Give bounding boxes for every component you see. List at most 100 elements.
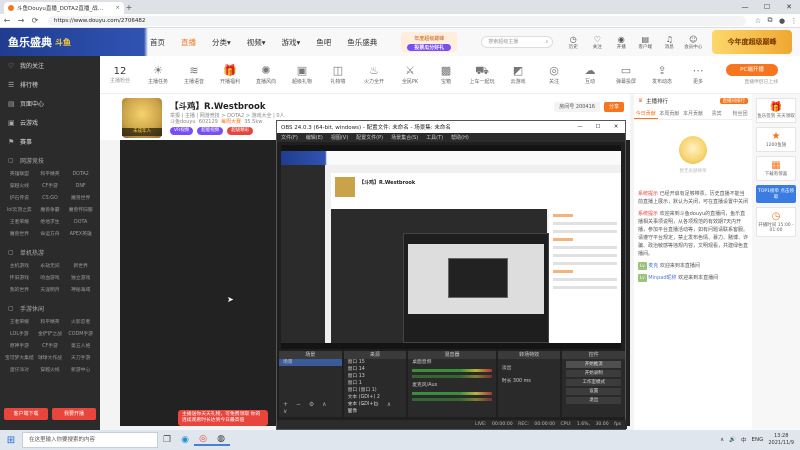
- sidebar-category-link[interactable]: 金铲铲之战: [35, 329, 66, 341]
- chat-tab[interactable]: 本月贡献: [681, 108, 705, 119]
- sidebar-category-link[interactable]: DNF: [65, 181, 96, 193]
- tool-fan-button[interactable]: ✺ 直播风向: [248, 64, 284, 85]
- source-item[interactable]: 窗口 1: [344, 380, 407, 387]
- sidebar-category-link[interactable]: 永劫无间: [35, 261, 66, 273]
- taskbar-search-input[interactable]: 在这里输入你要搜索的内容: [22, 432, 158, 448]
- source-item[interactable]: 窗口 14: [344, 366, 407, 373]
- source-item[interactable]: 窗口 13: [344, 373, 407, 380]
- download-card[interactable]: ▦ 下载有惊喜: [756, 156, 796, 181]
- sidebar-category-link[interactable]: LOL手游: [4, 329, 35, 341]
- sidebar-category-link[interactable]: 火影忍者: [65, 317, 96, 329]
- tool-gift-button[interactable]: 🎁 开播福利: [212, 64, 248, 85]
- sidebar-category-link[interactable]: CF手游: [35, 181, 66, 193]
- nav-item[interactable]: 视频▾: [247, 37, 266, 48]
- sidebar-category-link[interactable]: 和平精英: [35, 317, 66, 329]
- obs-menu-item[interactable]: 帮助(H): [451, 134, 469, 141]
- room-tag[interactable]: 超能视频: [197, 127, 224, 135]
- sidebar-category-link[interactable]: CS:GO: [35, 193, 66, 205]
- source-item[interactable]: 窗口 (窗口 1): [344, 387, 407, 394]
- tool-share-button[interactable]: ⇪ 发布动态: [644, 64, 680, 85]
- obs-minimize-button[interactable]: —: [571, 124, 589, 130]
- sidebar-category-link[interactable]: 新世界: [65, 261, 96, 273]
- windows-start-icon[interactable]: ⊞: [0, 435, 22, 446]
- site-logo[interactable]: 鱼乐盛典 斗鱼: [0, 28, 100, 56]
- top1-card[interactable]: TOP1榜单 点击领取: [756, 185, 796, 203]
- room-tag[interactable]: 超级精彩: [227, 127, 254, 135]
- tool-bag-button[interactable]: ◫ 礼物墙: [320, 64, 356, 85]
- header-store-button[interactable]: ▤ 客户端: [633, 35, 657, 50]
- nav-item[interactable]: 首页: [150, 37, 165, 48]
- tray-overflow-icon[interactable]: ∧: [720, 437, 724, 443]
- header-broadcast-button[interactable]: ◉ 开播: [609, 35, 633, 50]
- obs-control-button[interactable]: 退出: [566, 397, 621, 404]
- sidebar-category-link[interactable]: 球球大作战: [35, 353, 66, 365]
- search-input[interactable]: 搜索超级主播 ⌕: [481, 36, 554, 48]
- signin-card[interactable]: 🎁 鱼乐签到 天天领取: [756, 98, 796, 123]
- tab-close-icon[interactable]: ×: [115, 5, 120, 11]
- taskbar-clock[interactable]: 13:28 2021/11/9: [768, 433, 794, 447]
- menu-icon[interactable]: ⋮: [788, 17, 800, 25]
- browser-tab[interactable]: 斗鱼Douyu直播_DOTA2直播_战… ×: [4, 2, 124, 14]
- obs-close-button[interactable]: ✕: [607, 124, 625, 130]
- follow-counter[interactable]: 12 主播粉丝: [100, 66, 140, 84]
- tool-pk-button[interactable]: ⚔ 全民PK: [392, 64, 428, 85]
- transition-duration[interactable]: 时长 300 ms: [498, 378, 561, 385]
- nav-item[interactable]: 直播: [181, 37, 196, 48]
- sidebar-section-title[interactable]: ▢ 手游休闲: [0, 299, 100, 315]
- obs-preview[interactable]: 【斗鸡】R.Westbrook: [281, 145, 621, 349]
- profile-icon[interactable]: ●: [776, 17, 788, 25]
- maximize-button[interactable]: ☐: [756, 0, 778, 14]
- sidebar-category-link[interactable]: 喷血游戏: [35, 273, 66, 285]
- chat-tab[interactable]: 贵宾: [705, 108, 729, 119]
- nav-item[interactable]: 鱼乐盛典: [347, 37, 377, 48]
- sidebar-category-link[interactable]: 魔兽世界: [65, 193, 96, 205]
- obs-menu-item[interactable]: 视图(V): [331, 134, 348, 141]
- sidebar-category-link[interactable]: 天刀手游: [65, 353, 96, 365]
- scene-item[interactable]: 场景: [279, 359, 342, 366]
- sidebar-category-link[interactable]: 主机游戏: [4, 261, 35, 273]
- banner-button[interactable]: 投票瓜分好礼: [407, 44, 452, 51]
- obs-menu-item[interactable]: 编辑(E): [306, 134, 323, 141]
- sidebar-section-title[interactable]: ▢ 网游竞技: [0, 151, 100, 167]
- url-input[interactable]: https://www.douyu.com/2706482: [48, 15, 746, 26]
- obs-icon[interactable]: ◍: [212, 434, 230, 446]
- sidebar-category-link[interactable]: DOTA2: [65, 169, 96, 181]
- chat-tab[interactable]: 粉丝团: [728, 108, 752, 119]
- tool-screen-button[interactable]: ▭ 弹幕投屏: [608, 64, 644, 85]
- sources-dock-footer[interactable]: + − ⚙ ∧ ∨: [348, 401, 407, 415]
- obs-menu-item[interactable]: 工具(T): [426, 134, 443, 141]
- sidebar-category-link[interactable]: lol云顶之弈: [4, 205, 35, 217]
- sidebar-category-link[interactable]: 怀旧游戏: [4, 273, 35, 285]
- sidebar-item[interactable]: ♡ 我的关注: [0, 56, 100, 75]
- sidebar-category-link[interactable]: 穿越火线: [35, 365, 66, 377]
- sidebar-category-link[interactable]: 命运方舟: [35, 229, 66, 241]
- sidebar-item[interactable]: ☰ 排行榜: [0, 75, 100, 94]
- start-live-button[interactable]: 我要开播: [52, 408, 96, 420]
- room-tag[interactable]: VR视频: [170, 127, 194, 135]
- nav-item[interactable]: 游戏▾: [282, 37, 301, 48]
- tool-car-button[interactable]: ⛟ 上车一起玩: [464, 64, 500, 85]
- chat-tab[interactable]: 本周贡献: [658, 108, 682, 119]
- sidebar-category-link[interactable]: APEX英雄: [65, 229, 96, 241]
- header-clock-button[interactable]: ◷ 历史: [561, 35, 585, 50]
- sidebar-item[interactable]: ▣ 云游戏: [0, 113, 100, 132]
- obs-control-button[interactable]: 开始推流: [566, 361, 621, 368]
- sidebar-category-link[interactable]: 神秘海域: [65, 285, 96, 297]
- obs-control-button[interactable]: 开始录制: [566, 370, 621, 377]
- ime-indicator[interactable]: 中: [741, 436, 747, 444]
- tool-game-button[interactable]: ◩ 云游戏: [500, 64, 536, 85]
- sidebar-category-link[interactable]: 炉石传说: [4, 193, 35, 205]
- sidebar-category-link[interactable]: CODM手游: [65, 329, 96, 341]
- obs-control-button[interactable]: 设置: [566, 388, 621, 395]
- star-icon[interactable]: ☆: [752, 17, 764, 25]
- sidebar-category-link[interactable]: CF手游: [35, 341, 66, 353]
- sidebar-item[interactable]: ⚑ 赛事: [0, 132, 100, 151]
- pc-live-button[interactable]: PC端开播: [726, 64, 778, 76]
- sidebar-category-link[interactable]: 宝可梦大集结: [4, 353, 35, 365]
- sidebar-category-link[interactable]: 蛋仔派对: [4, 365, 35, 377]
- close-window-button[interactable]: ✕: [778, 0, 800, 14]
- header-user-button[interactable]: ☺ 会员中心: [681, 35, 705, 50]
- sidebar-category-link[interactable]: 我的世界: [4, 285, 35, 297]
- minimize-button[interactable]: —: [734, 0, 756, 14]
- obs-maximize-button[interactable]: ☐: [589, 124, 607, 130]
